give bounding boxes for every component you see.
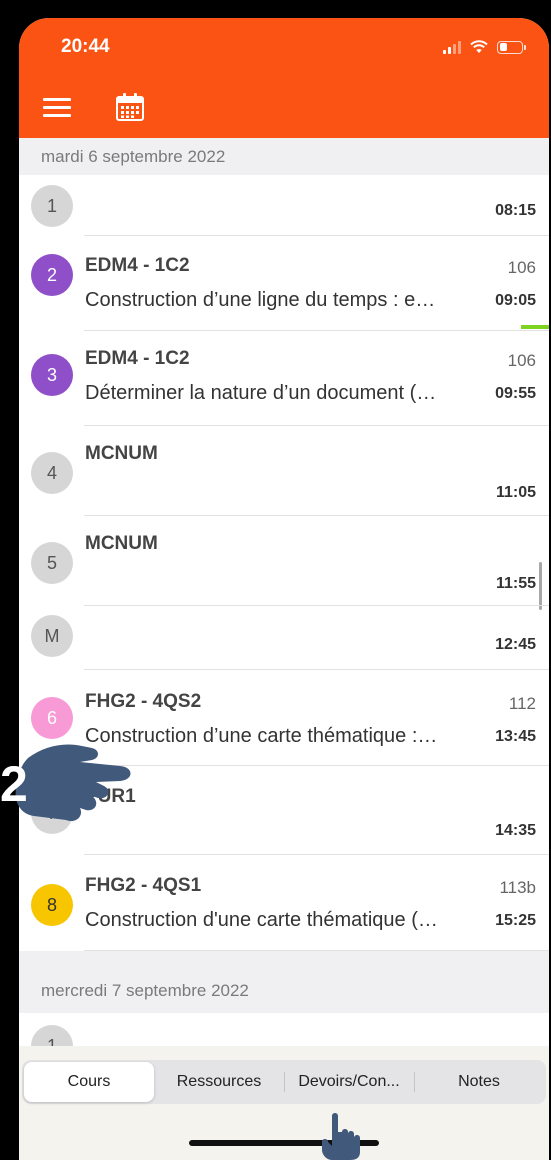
date-header: mardi 6 septembre 2022 xyxy=(19,138,549,175)
battery-icon xyxy=(497,40,526,54)
lesson-title: FHG2 - 4QS1 xyxy=(85,875,202,896)
current-time-marker xyxy=(521,325,549,329)
hamburger-menu-icon[interactable] xyxy=(43,98,71,118)
lesson-row[interactable]: 2 EDM4 - 1C2 106 Construction d’une lign… xyxy=(19,236,549,331)
date-header: mercredi 7 septembre 2022 xyxy=(19,973,549,1013)
period-badge: 8 xyxy=(31,884,73,926)
lesson-row[interactable]: 1 xyxy=(19,1013,549,1046)
lesson-time: 09:55 xyxy=(495,385,536,402)
step-number: 2 xyxy=(0,756,28,812)
tab-devoirs[interactable]: Devoirs/Con... xyxy=(284,1062,414,1102)
period-badge: 1 xyxy=(31,185,73,227)
period-badge: 3 xyxy=(31,354,73,396)
lesson-row[interactable]: 5 MCNUM 11:55 xyxy=(19,516,549,610)
lesson-time: 11:05 xyxy=(495,484,536,501)
tab-cours[interactable]: Cours xyxy=(24,1062,154,1102)
lesson-row[interactable]: 1 08:15 xyxy=(19,175,549,236)
lesson-time: 11:55 xyxy=(495,575,536,592)
phone-screen: 20:44 mardi 6 septembre 2022 1 08:15 2 E… xyxy=(19,18,549,1160)
period-badge: 2 xyxy=(31,254,73,296)
app-header: 20:44 xyxy=(19,18,549,138)
tab-ressources[interactable]: Ressources xyxy=(154,1062,284,1102)
status-icons xyxy=(443,40,526,54)
lesson-title: EDM4 - 1C2 xyxy=(85,348,190,369)
lesson-room: 106 xyxy=(507,258,536,277)
lesson-title: MCNUM xyxy=(85,443,158,464)
period-badge: M xyxy=(31,615,73,657)
lesson-row[interactable]: 3 EDM4 - 1C2 106 Déterminer la nature d’… xyxy=(19,331,549,426)
segmented-control: Cours Ressources Devoirs/Con... Notes xyxy=(22,1060,546,1104)
period-badge: 6 xyxy=(31,697,73,739)
lesson-time: 14:35 xyxy=(495,822,536,839)
lesson-room: 106 xyxy=(507,351,536,370)
lesson-row[interactable]: 8 FHG2 - 4QS1 113b Construction d'une ca… xyxy=(19,855,549,951)
lesson-description: Construction d’une carte thématique :… xyxy=(85,725,438,747)
period-badge: 4 xyxy=(31,452,73,494)
hand-cursor-icon xyxy=(322,1113,360,1160)
lesson-title: EDM4 - 1C2 xyxy=(85,255,190,276)
lesson-time: 12:45 xyxy=(495,636,536,653)
lesson-description: Construction d’une ligne du temps : e… xyxy=(85,289,436,311)
period-badge: 5 xyxy=(31,542,73,584)
lesson-room: 113b xyxy=(499,878,536,897)
lesson-title: MCNUM xyxy=(85,533,158,554)
calendar-icon[interactable] xyxy=(115,92,145,122)
lesson-row[interactable]: 4 MCNUM 11:05 xyxy=(19,426,549,516)
tab-notes[interactable]: Notes xyxy=(414,1062,544,1102)
lesson-description: Déterminer la nature d’un document (… xyxy=(85,382,437,404)
wifi-icon xyxy=(470,40,488,53)
status-time: 20:44 xyxy=(61,36,110,57)
lesson-title: FHG2 - 4QS2 xyxy=(85,691,202,712)
scroll-indicator[interactable] xyxy=(539,562,542,610)
lesson-row[interactable]: M 12:45 xyxy=(19,606,549,670)
lesson-room: 112 xyxy=(508,694,536,713)
lesson-list[interactable]: mardi 6 septembre 2022 1 08:15 2 EDM4 - … xyxy=(19,138,549,1046)
period-badge: 1 xyxy=(31,1025,73,1046)
bottom-bar: Cours Ressources Devoirs/Con... Notes xyxy=(19,1046,549,1160)
lesson-time: 08:15 xyxy=(495,202,536,219)
cellular-signal-icon xyxy=(443,40,461,54)
lesson-time: 13:45 xyxy=(495,728,536,745)
lesson-description: Construction d'une carte thématique (… xyxy=(85,909,438,931)
lesson-time: 09:05 xyxy=(495,292,536,309)
lesson-time: 15:25 xyxy=(495,912,536,929)
